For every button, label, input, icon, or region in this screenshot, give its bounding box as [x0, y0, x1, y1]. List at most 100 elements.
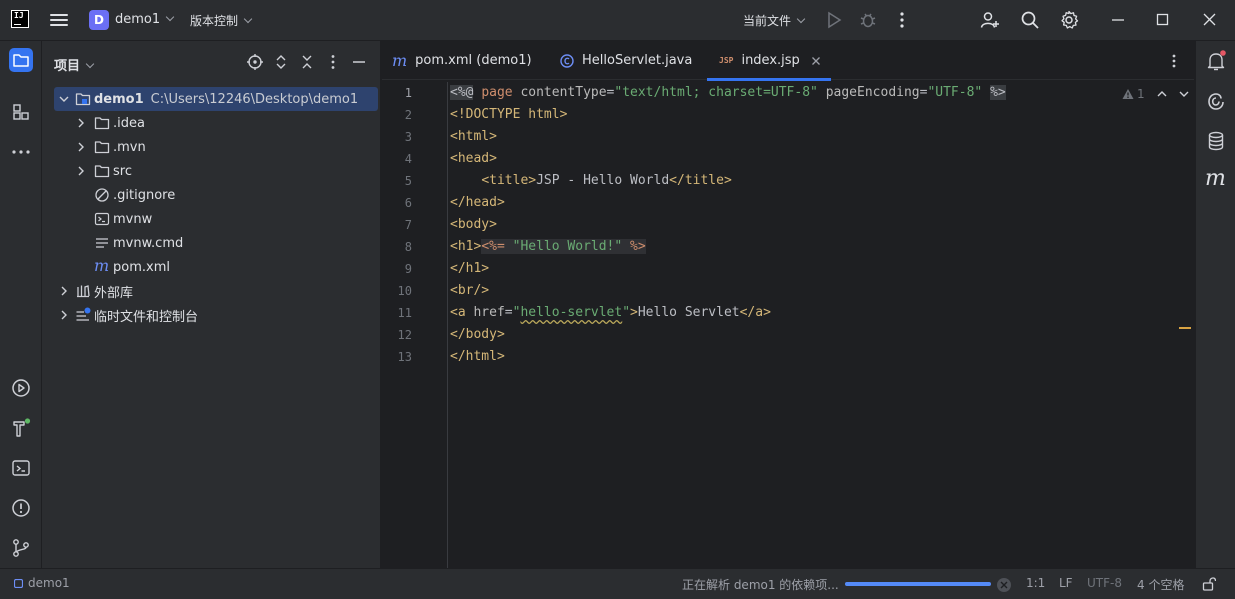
maven-tool-icon[interactable]: m — [1205, 167, 1226, 191]
more-tools-icon[interactable] — [9, 140, 33, 164]
attribute-value: "text/html; charset=UTF-8" — [614, 85, 818, 100]
close-tab-icon[interactable] — [811, 56, 821, 66]
tree-item-mvnw[interactable]: mvnw — [54, 207, 378, 231]
intellij-logo-icon[interactable]: IJ — [11, 10, 29, 28]
maximize-window-icon[interactable] — [1153, 10, 1173, 30]
collapse-all-icon[interactable] — [298, 53, 316, 71]
git-branch-icon[interactable] — [9, 536, 33, 560]
chevron-down-icon — [243, 14, 253, 24]
chevron-right-icon[interactable] — [76, 118, 86, 128]
line-number: 5 — [404, 174, 412, 188]
main-menu-icon[interactable] — [50, 11, 68, 29]
tree-item-pom-xml[interactable]: m pom.xml — [54, 255, 378, 279]
cancel-task-icon[interactable] — [996, 577, 1012, 593]
background-task-text[interactable]: 正在解析 demo1 的依赖项... — [682, 576, 839, 593]
tree-item-mvnw-cmd[interactable]: mvnw.cmd — [54, 231, 378, 255]
tree-item-demo1[interactable]: demo1 C:\Users\12246\Desktop\demo1 — [54, 87, 378, 111]
project-badge[interactable]: D — [89, 10, 109, 30]
library-icon — [75, 283, 91, 299]
indent-setting[interactable]: 4 个空格 — [1137, 576, 1184, 593]
chevron-right-icon[interactable] — [76, 142, 86, 152]
tree-item-label: .gitignore — [113, 187, 176, 203]
code-line-1: <%@ page contentType="text/html; charset… — [450, 85, 1006, 100]
tree-item-mvn[interactable]: .mvn — [54, 135, 378, 159]
unlock-icon[interactable] — [1202, 577, 1216, 591]
tab-pom-xml[interactable]: m pom.xml (demo1) — [392, 41, 532, 80]
ai-assistant-icon[interactable] — [1204, 89, 1228, 113]
tree-item-src[interactable]: src — [54, 159, 378, 183]
tag-open: <title> — [481, 173, 537, 188]
text-file-icon — [94, 235, 110, 251]
chevron-right-icon[interactable] — [59, 286, 69, 296]
right-tool-strip: m — [1195, 41, 1235, 568]
inspection-widget[interactable]: 1 — [1122, 87, 1189, 101]
tree-item-label: pom.xml — [113, 259, 170, 275]
project-tool-folder-icon[interactable] — [9, 48, 33, 72]
select-opened-file-icon[interactable] — [246, 53, 264, 71]
code-line-13: </html> — [450, 349, 505, 364]
notifications-bell-icon[interactable] — [1204, 49, 1228, 73]
next-highlight-icon[interactable] — [1179, 89, 1189, 99]
background-task-progress[interactable] — [845, 582, 991, 586]
chevron-down-icon — [85, 59, 95, 69]
tab-helloservlet-java[interactable]: HelloServlet.java — [560, 41, 692, 80]
debug-icon[interactable] — [858, 10, 878, 30]
project-widget[interactable]: demo1 — [115, 12, 175, 27]
ignore-file-icon — [94, 187, 110, 203]
chevron-down-icon[interactable] — [59, 94, 69, 104]
code-line-8: <h1><%= "Hello World!" %> — [450, 236, 646, 258]
tree-item-external-libraries[interactable]: 外部库 — [54, 279, 378, 303]
chevron-down-icon — [165, 12, 175, 22]
tab-index-jsp[interactable]: JSP index.jsp — [707, 41, 831, 81]
terminal-icon[interactable] — [9, 456, 33, 480]
vcs-label: 版本控制 — [190, 14, 239, 28]
tree-item-label: mvnw.cmd — [113, 235, 184, 251]
attribute-value: "UTF-8" — [927, 85, 983, 100]
code-line-5: <title>JSP - Hello World</title> — [450, 170, 732, 192]
warning-stripe-marker[interactable] — [1179, 327, 1191, 329]
settings-gear-icon[interactable] — [1059, 10, 1079, 30]
expand-all-icon[interactable] — [272, 53, 290, 71]
tab-options-more-icon[interactable] — [1166, 52, 1182, 70]
run-config-label: 当前文件 — [743, 14, 792, 28]
run-config-selector[interactable]: 当前文件 — [743, 12, 806, 29]
code-line-12: </body> — [450, 327, 505, 342]
problems-icon[interactable] — [9, 496, 33, 520]
folder-icon — [94, 139, 110, 155]
tree-item-label: mvnw — [113, 211, 153, 227]
tag-close: </a> — [739, 305, 771, 320]
options-more-icon[interactable] — [324, 53, 342, 71]
line-separator[interactable]: LF — [1059, 576, 1073, 590]
close-window-icon[interactable] — [1200, 10, 1220, 30]
tree-item-idea[interactable]: .idea — [54, 111, 378, 135]
chevron-right-icon[interactable] — [76, 166, 86, 176]
search-icon[interactable] — [1020, 10, 1040, 30]
status-project-name[interactable]: demo1 — [28, 576, 70, 590]
file-encoding[interactable]: UTF-8 — [1087, 576, 1122, 590]
add-user-icon[interactable] — [980, 10, 1000, 30]
run-icon[interactable] — [824, 10, 844, 30]
text-content: Hello Servlet — [637, 305, 740, 320]
project-tree: demo1 C:\Users\12246\Desktop\demo1 .idea … — [54, 87, 378, 327]
project-view-selector[interactable]: 项目 — [54, 55, 95, 74]
line-number: 7 — [404, 218, 412, 232]
more-actions-icon[interactable] — [892, 10, 912, 30]
jsp-directive-close: %> — [990, 85, 1006, 100]
title-bar: IJ D demo1 版本控制 当前文件 — [0, 0, 1235, 41]
services-run-icon[interactable] — [9, 376, 33, 400]
tab-label: index.jsp — [741, 53, 800, 68]
minimize-window-icon[interactable] — [1108, 10, 1128, 30]
vcs-widget[interactable]: 版本控制 — [190, 12, 253, 29]
line-number: 9 — [404, 262, 412, 276]
tree-item-gitignore[interactable]: .gitignore — [54, 183, 378, 207]
tree-item-scratches[interactable]: 临时文件和控制台 — [54, 303, 378, 327]
build-hammer-icon[interactable] — [9, 416, 33, 440]
structure-icon[interactable] — [9, 100, 33, 124]
caret-position[interactable]: 1:1 — [1026, 576, 1045, 590]
database-icon[interactable] — [1204, 129, 1228, 153]
chevron-right-icon[interactable] — [59, 310, 69, 320]
hide-panel-icon[interactable] — [350, 53, 368, 71]
previous-highlight-icon[interactable] — [1157, 89, 1167, 99]
string-literal: "Hello World!" — [512, 239, 623, 254]
tag-close: </title> — [669, 173, 732, 188]
